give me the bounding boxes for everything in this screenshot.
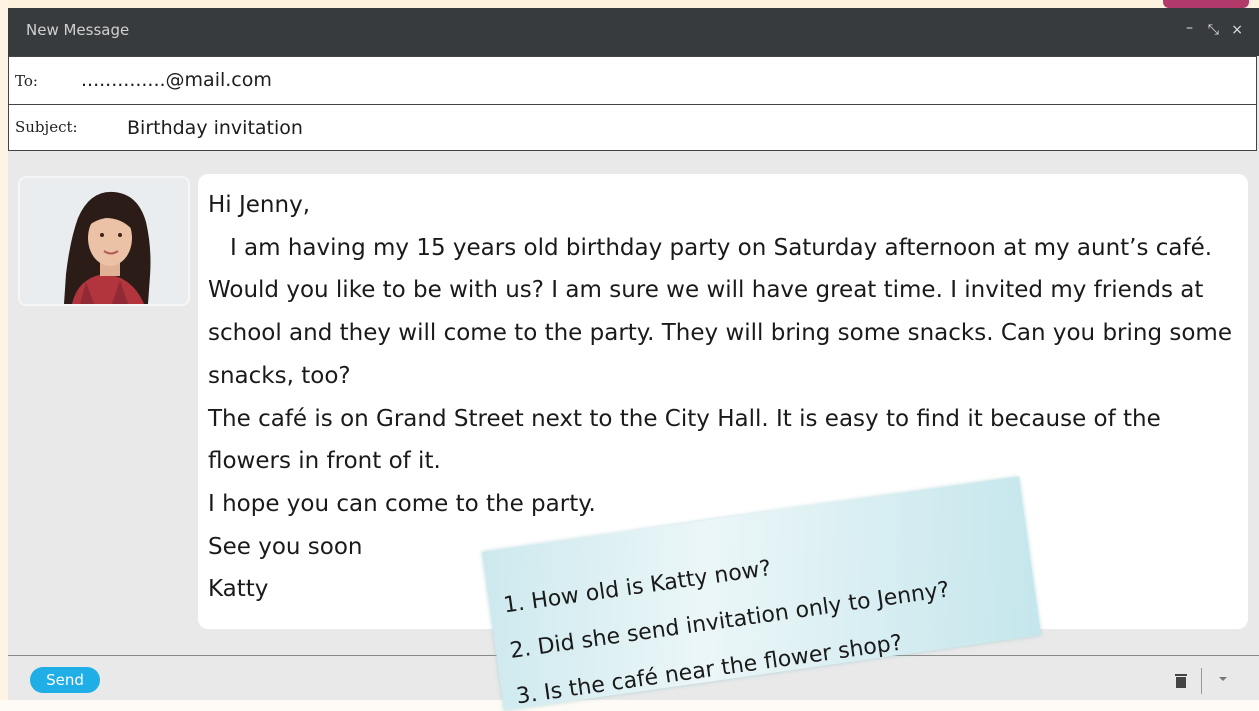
to-row: To: ..............@mail.com bbox=[8, 56, 1257, 105]
body-paragraph: I am having my 15 years old birthday par… bbox=[208, 234, 1240, 389]
window-title: New Message bbox=[26, 21, 130, 39]
subject-row: Subject: Birthday invitation bbox=[8, 104, 1257, 151]
subject-label: Subject: bbox=[15, 118, 78, 136]
toolbar-separator bbox=[1201, 668, 1202, 694]
trash-icon[interactable] bbox=[1175, 674, 1187, 688]
body-paragraph-location: The café is on Grand Street next to the … bbox=[208, 405, 1161, 475]
subject-field[interactable]: Birthday invitation bbox=[127, 117, 303, 139]
sender-avatar bbox=[18, 176, 190, 306]
title-bar: New Message – ⤡ × bbox=[8, 8, 1259, 56]
send-button[interactable]: Send bbox=[30, 667, 100, 693]
background-left-stripe bbox=[0, 0, 8, 700]
to-field[interactable]: ..............@mail.com bbox=[81, 69, 272, 91]
avatar-photo bbox=[20, 178, 188, 304]
background-strip bbox=[0, 0, 1259, 8]
close-icon[interactable]: × bbox=[1231, 22, 1243, 38]
to-label: To: bbox=[15, 72, 38, 90]
minimize-icon[interactable]: – bbox=[1186, 20, 1193, 36]
chevron-down-icon[interactable] bbox=[1218, 676, 1228, 682]
body-greeting: Hi Jenny, bbox=[208, 192, 311, 218]
corner-accent-tab bbox=[1163, 0, 1249, 8]
expand-icon[interactable]: ⤡ bbox=[1208, 22, 1219, 38]
